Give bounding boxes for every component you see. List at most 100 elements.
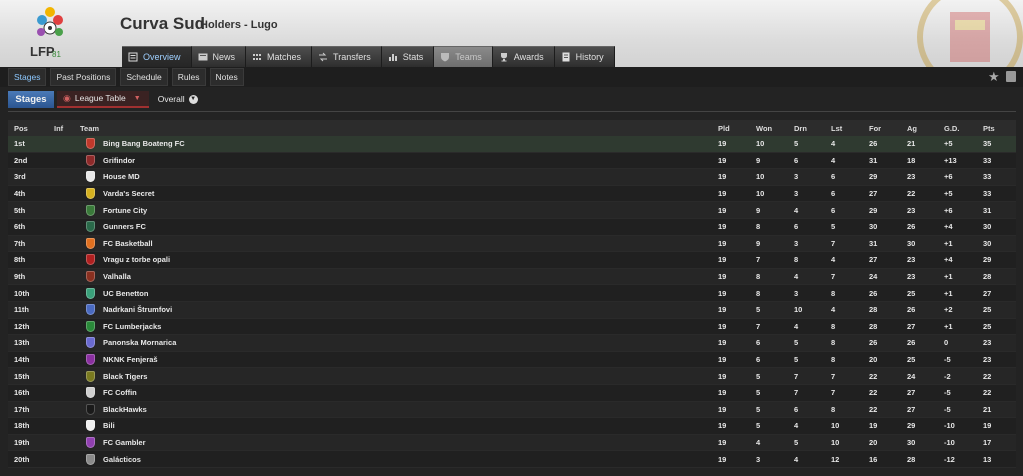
team-link[interactable]: FC Basketball [80,236,153,252]
table-row[interactable]: 19th 19 4 5 10 20 30 -10 17 FC Gambler [8,434,1016,452]
tab-label: Matches [267,52,302,62]
team-link[interactable]: FC Gambler [80,435,146,451]
league-table-dropdown[interactable]: ◉ League Table ▼ [57,90,149,108]
col-header-pts[interactable]: Pts [983,120,995,136]
subnav-rules[interactable]: Rules [171,68,206,86]
cell-for: 22 [869,371,878,381]
tab-stats[interactable]: Stats [381,46,435,67]
divider [8,111,1016,112]
team-link[interactable]: House MD [80,169,140,185]
table-row[interactable]: 9th 19 8 4 7 24 23 +1 28 Valhalla [8,268,1016,286]
table-row[interactable]: 10th 19 8 3 8 26 25 +1 27 UC Benetton [8,285,1016,302]
cell-pld: 19 [718,155,727,165]
team-badge-icon [86,188,95,200]
team-link[interactable]: Varda's Secret [80,186,154,202]
team-link[interactable]: Valhalla [80,269,131,285]
chevron-down-icon: ▼ [188,94,198,104]
col-header-won[interactable]: Won [756,120,772,136]
subnav-schedule[interactable]: Schedule [120,68,168,86]
table-row[interactable]: 5th 19 9 4 6 29 23 +6 31 Fortune City [8,202,1016,219]
team-link[interactable]: Galácticos [80,451,141,467]
table-row[interactable]: 13th 19 6 5 8 26 26 0 23 Panonska Mornarica [8,335,1016,352]
cell-lst: 8 [831,288,836,298]
team-link[interactable]: Panonska Mornarica [80,335,176,351]
col-header-ag[interactable]: Ag [907,120,917,136]
team-link[interactable]: FC Coffin [80,385,137,401]
overall-dropdown[interactable]: Overall ▼ [152,91,204,108]
tab-overview[interactable]: Overview [122,46,192,67]
table-row[interactable]: 4th 19 10 3 6 27 22 +5 33 Varda's Secret [8,185,1016,203]
subnav-notes[interactable]: Notes [209,68,244,86]
subnav-stages[interactable]: Stages [8,68,47,86]
cell-drn: 4 [794,205,799,215]
tab-transfers[interactable]: Transfers [312,46,382,67]
cell-pos: 2nd [14,155,28,165]
tab-history[interactable]: History [554,46,615,67]
table-row[interactable]: 18th 19 5 4 10 19 29 -10 19 Bili [8,418,1016,435]
cell-for: 16 [869,454,878,464]
col-header-lst[interactable]: Lst [831,120,842,136]
team-link[interactable]: NKNK Fenjeraš [80,352,158,368]
subnav-past-positions[interactable]: Past Positions [50,68,117,86]
team-link[interactable]: Bing Bang Boateng FC [80,136,185,152]
tab-label: Teams [455,52,482,62]
cell-pts: 28 [983,272,992,282]
cell-for: 27 [869,189,878,199]
table-row[interactable]: 6th 19 8 6 5 30 26 +4 30 Gunners FC [8,218,1016,236]
document-icon[interactable] [1006,71,1016,82]
stages-button[interactable]: Stages [8,90,54,108]
table-row[interactable]: 1st 19 10 5 4 26 21 +5 35 Bing Bang Boateng FC [8,136,1016,153]
table-row[interactable]: 16th 19 5 7 7 22 27 -5 22 FC Coffin [8,384,1016,402]
col-header-inf[interactable]: Inf [54,120,63,136]
team-link[interactable]: Vragu z torbe opali [80,252,170,268]
team-name: FC Gambler [103,437,146,447]
col-header-for[interactable]: For [869,120,881,136]
team-link[interactable]: FC Lumberjacks [80,319,161,335]
cell-ag: 23 [907,172,916,182]
tab-matches[interactable]: Matches [246,46,313,67]
col-header-gd[interactable]: G.D. [944,120,959,136]
cell-gd: +6 [944,205,953,215]
cell-lst: 7 [831,238,836,248]
table-row[interactable]: 3rd 19 10 3 6 29 23 +6 33 House MD [8,169,1016,186]
col-header-pld[interactable]: Pld [718,120,730,136]
team-link[interactable]: BlackHawks [80,402,147,418]
table-row[interactable]: 14th 19 6 5 8 20 25 -5 23 NKNK Fenjeraš [8,351,1016,369]
team-link[interactable]: Gunners FC [80,219,146,235]
cell-pld: 19 [718,388,727,398]
cell-pld: 19 [718,139,727,149]
table-row[interactable]: 15th 19 5 7 7 22 24 -2 22 Black Tigers [8,368,1016,385]
cell-pos: 19th [14,437,30,447]
cell-pld: 19 [718,421,727,431]
tab-teams[interactable]: Teams [434,46,493,67]
col-header-pos[interactable]: Pos [14,120,28,136]
team-link[interactable]: Grifindor [80,153,135,169]
col-header-team[interactable]: Team [80,120,99,136]
cell-pts: 30 [983,238,992,248]
team-link[interactable]: Bili [80,418,115,434]
team-link[interactable]: Black Tigers [80,368,147,384]
cell-pld: 19 [718,454,727,464]
team-link[interactable]: Nadrkani Štrumfovi [80,302,172,318]
team-link[interactable]: UC Benetton [80,285,148,301]
cell-ag: 26 [907,305,916,315]
cell-gd: +2 [944,305,953,315]
tab-news[interactable]: News [191,46,247,67]
table-row[interactable]: 20th 19 3 4 12 16 28 -12 13 Galácticos [8,451,1016,468]
col-header-drn[interactable]: Drn [794,120,807,136]
cell-pts: 25 [983,321,992,331]
table-row[interactable]: 12th 19 7 4 8 28 27 +1 25 FC Lumberjacks [8,318,1016,336]
team-name: Nadrkani Štrumfovi [103,305,173,315]
tab-awards[interactable]: Awards [492,46,555,67]
table-row[interactable]: 2nd 19 9 6 4 31 18 +13 33 Grifindor [8,152,1016,170]
team-badge-icon [86,154,95,166]
favorite-star-icon[interactable]: ★ [988,70,1000,85]
table-row[interactable]: 17th 19 5 6 8 22 27 -5 21 BlackHawks [8,401,1016,419]
table-row[interactable]: 7th 19 9 3 7 31 30 +1 30 FC Basketball [8,235,1016,253]
table-row[interactable]: 8th 19 7 8 4 27 23 +4 29 Vragu z torbe opali [8,252,1016,269]
page-title: Curva Sud [120,14,206,33]
cell-for: 29 [869,172,878,182]
cell-lst: 10 [831,421,840,431]
team-link[interactable]: Fortune City [80,202,147,218]
table-row[interactable]: 11th 19 5 10 4 28 26 +2 25 Nadrkani Štrumfovi [8,301,1016,319]
